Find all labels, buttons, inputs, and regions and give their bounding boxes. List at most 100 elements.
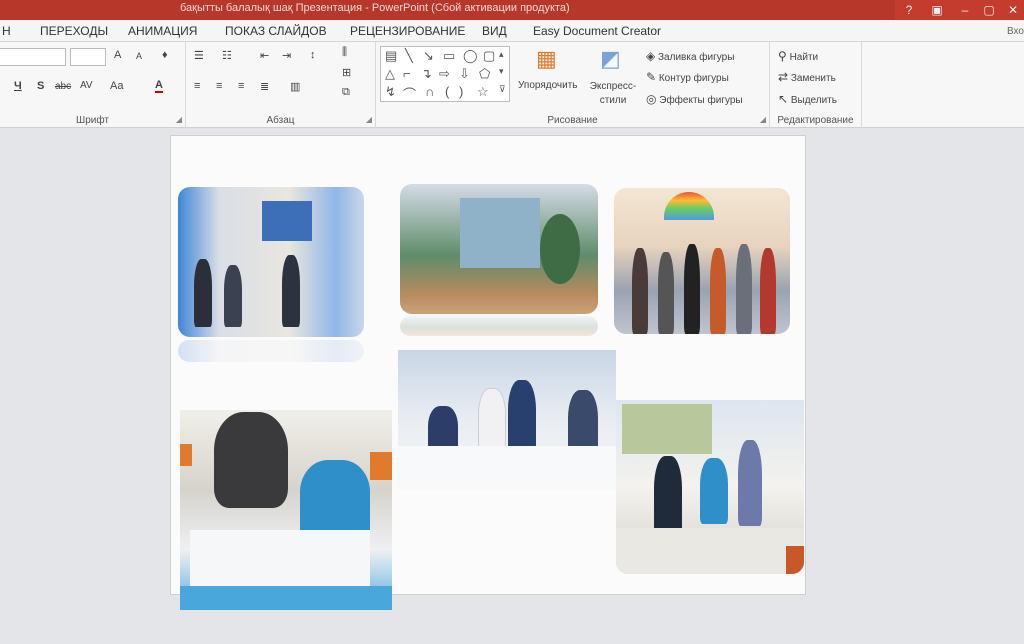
- select-label: Выделить: [790, 95, 837, 106]
- justify-icon[interactable]: ≣: [260, 80, 269, 93]
- tab-review[interactable]: РЕЦЕНЗИРОВАНИЕ: [350, 24, 465, 38]
- person-figure: [194, 259, 212, 327]
- rectangle-shape-icon[interactable]: ▭: [443, 48, 455, 64]
- font-color-button[interactable]: A: [155, 79, 163, 93]
- shapes-gallery[interactable]: ▤ ╲ ↘ ▭ ◯ ▢ △ ⌐ ↴ ⇨ ⇩ ⬠ ↯ ⌒ ∩ ( ) ☆ ▴ ▾ …: [380, 46, 510, 102]
- bullets-icon[interactable]: ☰: [194, 49, 204, 62]
- rainbow: [664, 192, 714, 220]
- quick-styles-button[interactable]: Экспресс-стили: [588, 80, 638, 108]
- ribbon: A A ♦ Ч S abc AV Aa A Шрифт ◢ ☰ ☷ ⇤ ⇥ ↕ …: [0, 42, 1024, 128]
- oval-shape-icon[interactable]: ◯: [463, 48, 478, 64]
- desk: [398, 446, 616, 490]
- person-figure: [282, 255, 300, 327]
- desk-edge: [180, 586, 392, 610]
- photo-1[interactable]: [178, 187, 364, 337]
- right-arrow-shape-icon[interactable]: ⇨: [439, 66, 450, 82]
- curve-shape-icon[interactable]: ⌒: [403, 84, 416, 103]
- align-left-icon[interactable]: ≡: [194, 80, 200, 92]
- replace-label: Заменить: [790, 73, 836, 84]
- arrow-line-shape-icon[interactable]: ↘: [423, 48, 434, 64]
- editing-group: ⚲ Найти ⇄ Заменить ↖ Выделить Редактиров…: [770, 42, 862, 128]
- person-figure: [654, 456, 682, 536]
- shadow-button[interactable]: S: [37, 80, 44, 92]
- plant: [540, 214, 580, 284]
- change-case-button[interactable]: Aa: [110, 80, 123, 92]
- board: [622, 404, 712, 454]
- replace-button[interactable]: ⇄ Заменить: [778, 70, 836, 84]
- close-button[interactable]: ✕: [998, 0, 1024, 20]
- shrink-font-button[interactable]: A: [136, 51, 142, 61]
- replace-icon: ⇄: [778, 70, 789, 84]
- left-bracket-shape-icon[interactable]: (: [445, 84, 449, 99]
- underline-button[interactable]: Ч: [14, 80, 22, 92]
- strikethrough-button[interactable]: abc: [55, 81, 71, 92]
- tab-home[interactable]: Н: [2, 24, 11, 38]
- tab-easy-document-creator[interactable]: Easy Document Creator: [533, 24, 661, 38]
- clear-format-icon[interactable]: ♦: [162, 49, 168, 61]
- arc-shape-icon[interactable]: ∩: [425, 84, 434, 99]
- photo-6[interactable]: [616, 400, 804, 574]
- star-shape-icon[interactable]: ☆: [477, 84, 489, 100]
- align-center-icon[interactable]: ≡: [216, 80, 222, 92]
- smartart-icon[interactable]: ⧉: [342, 86, 350, 99]
- person-figure: [508, 380, 536, 454]
- shape-effects-button[interactable]: ◎ Эффекты фигуры: [646, 92, 743, 106]
- increase-indent-icon[interactable]: ⇥: [282, 49, 291, 62]
- quick-styles-icon[interactable]: ◩: [600, 46, 621, 72]
- cursor-icon: ↖: [778, 92, 789, 106]
- line-shape-icon[interactable]: ╲: [405, 48, 413, 64]
- ribbon-display-button[interactable]: ▣: [922, 0, 952, 20]
- sign-in-link[interactable]: Вхо: [1007, 26, 1024, 37]
- paragraph-dialog-launcher-icon[interactable]: ◢: [366, 115, 372, 124]
- triangle-shape-icon[interactable]: △: [385, 66, 395, 82]
- title-bar: бақытты балалық шақ Презентация - PowerP…: [0, 0, 1024, 20]
- char-spacing-button[interactable]: AV: [80, 80, 93, 91]
- font-name-box[interactable]: [0, 48, 66, 66]
- photo-4[interactable]: [180, 410, 392, 610]
- grow-font-button[interactable]: A: [114, 49, 121, 61]
- drawing-dialog-launcher-icon[interactable]: ◢: [760, 115, 766, 124]
- rounded-rect-shape-icon[interactable]: ▢: [483, 48, 495, 64]
- columns-icon[interactable]: ▥: [290, 80, 300, 93]
- drawing-group-label: Рисование: [547, 115, 598, 126]
- tab-transitions[interactable]: ПЕРЕХОДЫ: [40, 24, 108, 38]
- font-dialog-launcher-icon[interactable]: ◢: [176, 115, 182, 124]
- photo-5[interactable]: [398, 350, 616, 490]
- gallery-down-icon[interactable]: ▾: [499, 66, 504, 77]
- font-size-box[interactable]: [70, 48, 106, 66]
- select-button[interactable]: ↖ Выделить: [778, 92, 837, 106]
- person-figure: [736, 244, 752, 334]
- align-right-icon[interactable]: ≡: [238, 80, 244, 92]
- decrease-indent-icon[interactable]: ⇤: [260, 49, 269, 62]
- tab-slideshow[interactable]: ПОКАЗ СЛАЙДОВ: [225, 24, 327, 38]
- effects-icon: ◎: [646, 92, 657, 106]
- photo-3[interactable]: [614, 188, 790, 334]
- numbering-icon[interactable]: ☷: [222, 49, 232, 62]
- down-arrow-shape-icon[interactable]: ⇩: [459, 66, 470, 82]
- photo-2-reflection: [400, 316, 598, 336]
- arrange-icon[interactable]: ▦: [536, 46, 557, 72]
- gallery-up-icon[interactable]: ▴: [499, 49, 504, 60]
- right-bracket-shape-icon[interactable]: ): [459, 84, 463, 99]
- photo-1-reflection: [178, 340, 364, 362]
- freeform-shape-icon[interactable]: ↯: [385, 84, 396, 100]
- callout-shape-icon[interactable]: ⬠: [479, 66, 490, 82]
- line-spacing-icon[interactable]: ↕: [310, 49, 316, 61]
- textbox-shape-icon[interactable]: ▤: [385, 48, 397, 64]
- shape-fill-button[interactable]: ◈ Заливка фигуры: [646, 49, 734, 63]
- find-label: Найти: [789, 52, 819, 63]
- connector-shape-icon[interactable]: ⌐: [403, 66, 411, 81]
- text-direction-icon[interactable]: ⫼: [342, 46, 347, 59]
- arrange-button[interactable]: Упорядочить: [518, 80, 578, 91]
- align-text-icon[interactable]: ⊞: [342, 66, 351, 79]
- gallery-more-icon[interactable]: ⊽: [499, 84, 506, 95]
- binoculars-icon: ⚲: [778, 49, 787, 63]
- person-figure: [658, 252, 674, 334]
- tab-view[interactable]: ВИД: [482, 24, 507, 38]
- find-button[interactable]: ⚲ Найти: [778, 49, 818, 63]
- shape-outline-button[interactable]: ✎ Контур фигуры: [646, 70, 729, 84]
- elbow-shape-icon[interactable]: ↴: [421, 66, 432, 82]
- tab-animation[interactable]: АНИМАЦИЯ: [128, 24, 197, 38]
- photo-2[interactable]: [400, 184, 598, 314]
- help-button[interactable]: ?: [894, 0, 924, 20]
